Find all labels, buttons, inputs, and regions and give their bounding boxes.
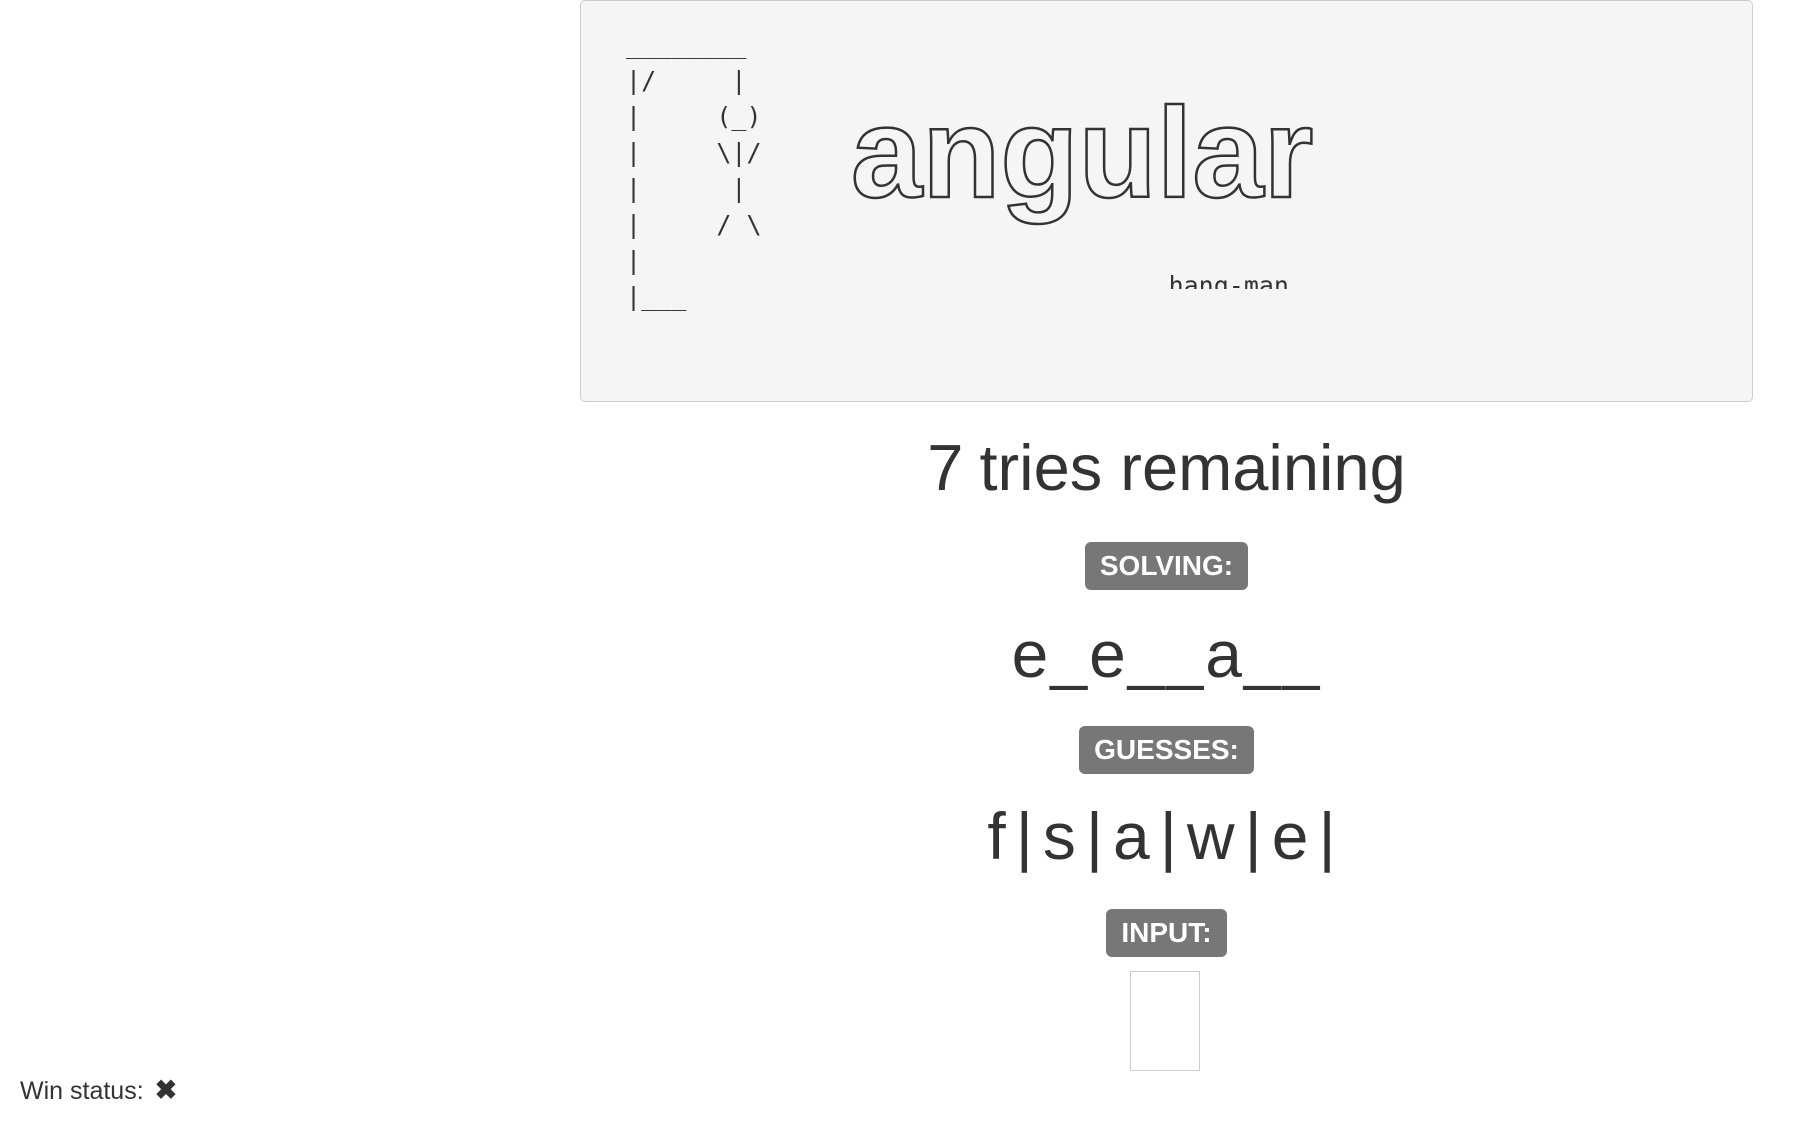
solving-label: SOLVING:: [1084, 542, 1249, 590]
guessed-letters: f | s | a | w | e |: [580, 796, 1753, 876]
guess-separator: |: [1318, 799, 1336, 873]
logo-subtitle: hang-man: [1169, 271, 1289, 289]
guessed-letter: a: [1113, 799, 1150, 873]
ascii-art-panel: ________ |/ | | (_) | \|/ | | | / \ | |_…: [580, 0, 1753, 402]
tries-remaining: 7 tries remaining: [580, 428, 1753, 508]
solving-label-row: SOLVING:: [580, 542, 1753, 590]
letter-input-wrap: [1130, 971, 1200, 1071]
guesses-label: GUESSES:: [1079, 726, 1254, 774]
gallows-ascii-art: ________ |/ | | (_) | \|/ | | | / \ | |_…: [626, 30, 762, 311]
win-status: Win status: ✖: [20, 1073, 177, 1108]
guesses-label-row: GUESSES:: [580, 726, 1753, 774]
input-label-row: INPUT:: [580, 909, 1753, 957]
guessed-letter: s: [1042, 799, 1076, 873]
word-progress: e_e__a__: [1011, 617, 1322, 691]
letter-input[interactable]: [1130, 971, 1200, 1071]
guess-separator: |: [1244, 799, 1262, 873]
x-mark-icon: ✖: [154, 1075, 178, 1105]
guessed-letter: e: [1271, 799, 1309, 873]
guessed-letter: w: [1186, 799, 1235, 873]
angular-hangman-logo: angular hang-man: [851, 81, 1315, 289]
guess-separator: |: [1085, 799, 1104, 873]
win-status-label: Win status:: [20, 1077, 144, 1105]
input-label: INPUT:: [1106, 909, 1227, 957]
logo-title: angular: [851, 82, 1313, 225]
guess-separator: |: [1015, 799, 1033, 873]
guessed-letter: f: [987, 799, 1006, 873]
guess-separator: |: [1159, 799, 1177, 873]
hangman-game: ________ |/ | | (_) | \|/ | | | / \ | |_…: [0, 0, 1820, 1122]
tries-text: tries remaining: [979, 431, 1406, 504]
tries-count: 7: [927, 431, 964, 504]
